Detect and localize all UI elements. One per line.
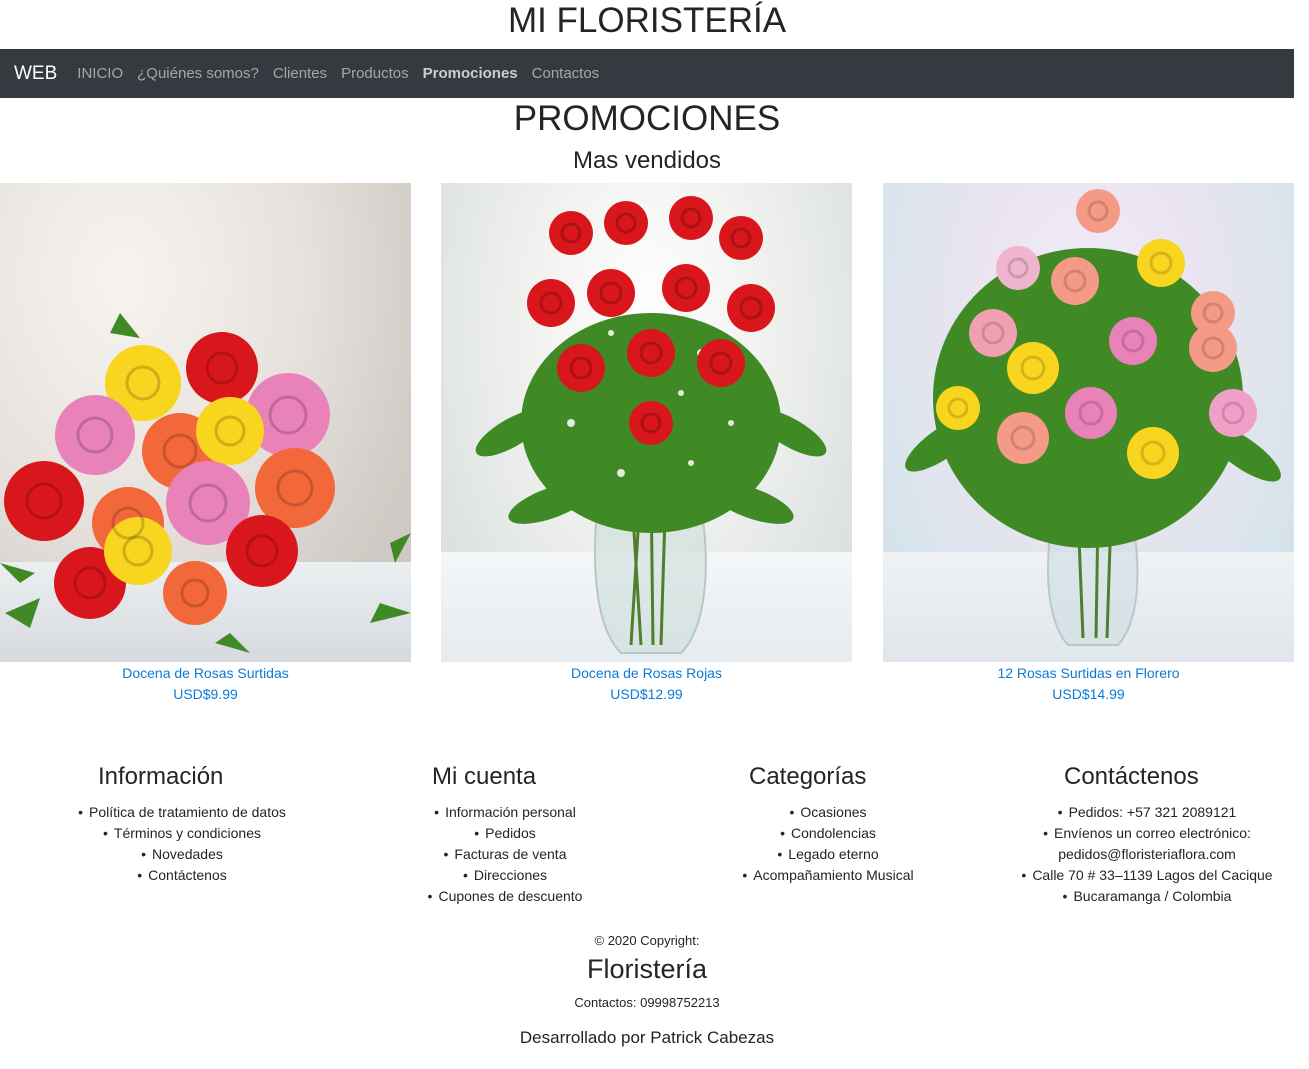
nav-link-inicio[interactable]: INICIO: [77, 65, 123, 82]
footer-contact-address: Calle 70 # 33–1139 Lagos del Cacique: [1012, 865, 1282, 886]
footer-column-informacion: Información Política de tratamiento de d…: [62, 760, 302, 886]
footer-brand: Floristería: [586, 954, 708, 984]
footer-link-list: Ocasiones Condolencias Legado eterno Aco…: [718, 802, 938, 886]
product-price[interactable]: USD$9.99: [0, 684, 411, 705]
footer-link-list: Política de tratamiento de datos Término…: [62, 802, 302, 886]
footer-column-categorias: Categorías Ocasiones Condolencias Legado…: [718, 760, 938, 886]
nav-link-quienes-somos[interactable]: ¿Quiénes somos?: [137, 65, 259, 82]
footer-link[interactable]: Pedidos: [390, 823, 620, 844]
product-card: 12 Rosas Surtidas en Florero USD$14.99: [883, 183, 1294, 705]
footer-link[interactable]: Direcciones: [390, 865, 620, 886]
product-card: Docena de Rosas Surtidas USD$9.99: [0, 183, 411, 705]
product-card: Docena de Rosas Rojas USD$12.99: [441, 183, 852, 705]
footer-column-title: Información: [98, 763, 224, 790]
product-price[interactable]: USD$12.99: [441, 684, 852, 705]
nav-link-promociones[interactable]: Promociones: [423, 65, 518, 82]
bouquet-illustration: [475, 196, 827, 654]
footer-column-mi-cuenta: Mi cuenta Información personal Pedidos F…: [390, 760, 620, 907]
nav-link-clientes[interactable]: Clientes: [273, 65, 327, 82]
product-price[interactable]: USD$14.99: [883, 684, 1294, 705]
footer-link[interactable]: Información personal: [390, 802, 620, 823]
developer-credit: Desarrollado por Patrick Cabezas: [519, 1028, 775, 1047]
footer-link[interactable]: Condolencias: [718, 823, 938, 844]
footer-link-list: Información personal Pedidos Facturas de…: [390, 802, 620, 907]
footer-column-title: Contáctenos: [1064, 763, 1199, 790]
footer-link[interactable]: Contáctenos: [62, 865, 302, 886]
footer-contact-email-label: Envíenos un correo electrónico:: [1012, 823, 1282, 844]
footer-link[interactable]: Legado eterno: [718, 844, 938, 865]
nav-link-contactos[interactable]: Contactos: [532, 65, 600, 82]
section-title: Mas vendidos: [572, 147, 722, 174]
site-title: MI FLORISTERÍA: [507, 1, 787, 40]
footer-link[interactable]: Facturas de venta: [390, 844, 620, 865]
product-name-link[interactable]: 12 Rosas Surtidas en Florero: [883, 663, 1294, 684]
footer-link[interactable]: Política de tratamiento de datos: [62, 802, 302, 823]
product-image[interactable]: [883, 183, 1294, 662]
footer-link[interactable]: Términos y condiciones: [62, 823, 302, 844]
footer-contact-city: Bucaramanga / Colombia: [1012, 886, 1282, 907]
footer-link[interactable]: Novedades: [62, 844, 302, 865]
product-image[interactable]: [441, 183, 852, 662]
product-name-link[interactable]: Docena de Rosas Surtidas: [0, 663, 411, 684]
nav-link-productos[interactable]: Productos: [341, 65, 409, 82]
footer-link[interactable]: Ocasiones: [718, 802, 938, 823]
bouquet-illustration: [0, 313, 411, 653]
contacts-line: Contactos: 09998752213: [574, 995, 720, 1010]
bouquet-illustration: [905, 189, 1281, 646]
footer-link[interactable]: Cupones de descuento: [390, 886, 620, 907]
footer-contact-email[interactable]: pedidos@floristeriaflora.com: [1012, 844, 1282, 865]
copyright-text: © 2020 Copyright:: [594, 933, 700, 948]
footer-column-contactenos: Contáctenos Pedidos: +57 321 2089121 Env…: [1012, 760, 1282, 907]
footer-contact-phone: Pedidos: +57 321 2089121: [1012, 802, 1282, 823]
footer-link[interactable]: Acompañamiento Musical: [718, 865, 938, 886]
product-name-link[interactable]: Docena de Rosas Rojas: [441, 663, 852, 684]
product-image[interactable]: [0, 183, 411, 662]
footer-column-title: Mi cuenta: [432, 763, 537, 790]
footer-column-title: Categorías: [749, 763, 867, 790]
navbar-brand[interactable]: WEB: [14, 63, 57, 85]
navbar: WEB INICIO ¿Quiénes somos? Clientes Prod…: [0, 49, 1294, 98]
page-title: PROMOCIONES: [513, 99, 781, 138]
footer-link-list: Pedidos: +57 321 2089121 Envíenos un cor…: [1012, 802, 1282, 907]
